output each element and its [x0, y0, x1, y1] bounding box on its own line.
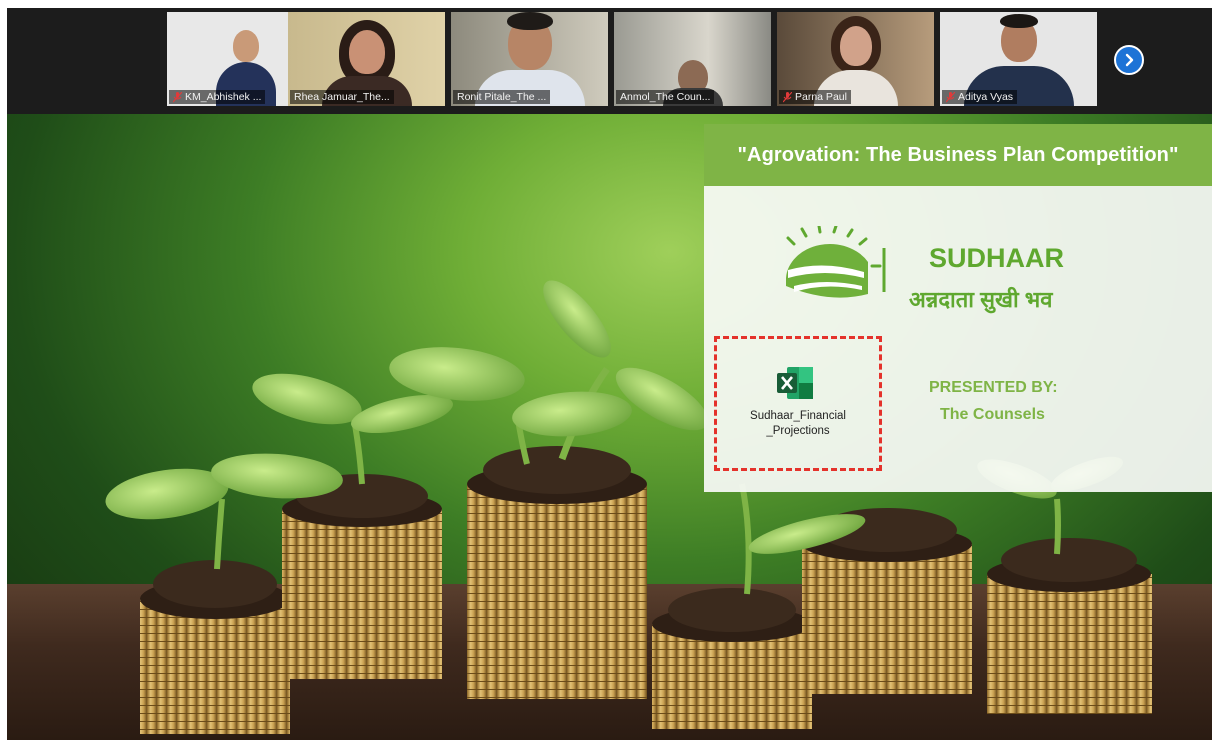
excel-file-icon [777, 367, 813, 399]
participant-tile-3[interactable]: Ronit Pitale_The ... [451, 12, 608, 106]
file-attachment-highlight[interactable]: Sudhaar_Financial _Projections [714, 336, 882, 471]
participant-name: Ronit Pitale_The ... [453, 90, 551, 104]
participant-name: Aditya Vyas [942, 90, 1018, 104]
slide-content-panel: SUDHAAR अन्नदाता सुखी भव Sudhaar_Financi… [704, 186, 1212, 492]
muted-mic-icon [783, 91, 792, 103]
participant-tile-2[interactable]: Rhea Jamuar_The... [288, 12, 445, 106]
brand-name: SUDHAAR [929, 243, 1064, 273]
participant-name: Rhea Jamuar_The... [290, 90, 394, 104]
participant-tile-4[interactable]: Anmol_The Coun... [614, 12, 771, 106]
next-participants-button[interactable] [1114, 45, 1144, 75]
participant-name: Parna Paul [779, 90, 851, 104]
team-name: The Counsels [940, 406, 1045, 423]
brand-tagline: अन्नदाता सुखी भव [909, 287, 1053, 312]
participant-strip: KM_Abhishek ... Rhea Jamuar_The... Ronit… [7, 8, 1212, 114]
participant-name: KM_Abhishek ... [169, 90, 266, 104]
participant-tile-6[interactable]: Aditya Vyas [940, 12, 1097, 106]
participant-tile-5[interactable]: Parna Paul [777, 12, 934, 106]
file-name-label: Sudhaar_Financial _Projections [750, 410, 846, 437]
slide-title-bar: "Agrovation: The Business Plan Competiti… [704, 124, 1212, 186]
sudhaar-logo-icon [786, 226, 886, 298]
chevron-right-icon [1125, 53, 1134, 67]
muted-mic-icon [173, 91, 182, 103]
meeting-window: KM_Abhishek ... Rhea Jamuar_The... Ronit… [7, 8, 1212, 740]
shared-screen: "Agrovation: The Business Plan Competiti… [7, 114, 1212, 740]
muted-mic-icon [946, 91, 955, 103]
presented-by-label: PRESENTED BY: [929, 379, 1058, 396]
slide-title: "Agrovation: The Business Plan Competiti… [737, 143, 1179, 166]
participant-name: Anmol_The Coun... [616, 90, 715, 104]
